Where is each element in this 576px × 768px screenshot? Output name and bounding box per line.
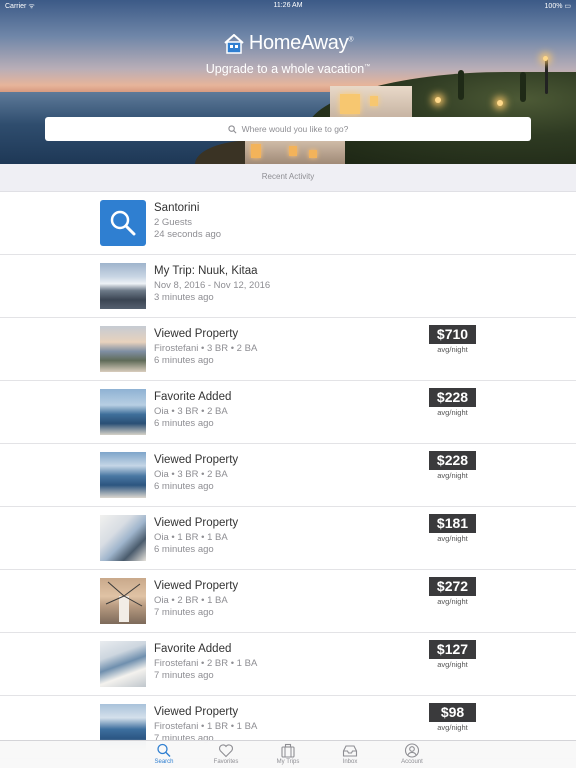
activity-subtitle: Firostefani • 1 BR • 1 BA	[154, 721, 258, 732]
activity-title: Favorite Added	[154, 643, 232, 655]
caldera-view-photo	[100, 389, 146, 435]
price-unit: avg/night	[437, 345, 468, 354]
tab-favorites[interactable]: Favorites	[202, 741, 250, 768]
house-logo-icon	[224, 33, 244, 54]
tab-bar: Search Favorites My Trips Inbox Account	[0, 740, 576, 768]
activity-time: 6 minutes ago	[154, 544, 214, 555]
activity-subtitle: Nov 8, 2016 - Nov 12, 2016	[154, 280, 271, 291]
activity-row[interactable]: Viewed Property Oia • 2 BR • 1 BA 7 minu…	[0, 570, 576, 633]
activity-title: Viewed Property	[154, 517, 239, 529]
activity-subtitle: Firostefani • 2 BR • 1 BA	[154, 658, 258, 669]
search-placeholder: Where would you like to go?	[241, 124, 349, 134]
price-badge: $272 avg/night	[429, 577, 476, 606]
tab-label: Inbox	[342, 759, 358, 765]
price-value: $710	[429, 325, 476, 344]
activity-time: 3 minutes ago	[154, 292, 214, 303]
activity-title: Viewed Property	[154, 454, 239, 466]
tab-inbox[interactable]: Inbox	[326, 741, 374, 768]
price-unit: avg/night	[437, 534, 468, 543]
account-icon	[404, 743, 420, 758]
recent-activity-header: Recent Activity	[0, 164, 576, 192]
activity-title: Viewed Property	[154, 580, 239, 592]
logo-text: HomeAway®	[248, 32, 354, 54]
activity-row[interactable]: Viewed Property Oia • 1 BR • 1 BA 6 minu…	[0, 507, 576, 570]
recent-activity-list: Santorini 2 Guests 24 seconds ago My Tri…	[0, 192, 576, 759]
hero-light	[497, 100, 503, 106]
clock: 11:26 AM	[273, 2, 303, 9]
tab-label: My Trips	[276, 759, 300, 765]
hero-light	[543, 56, 548, 61]
hero-banner: Carrier ᯤ 11:26 AM 100% ▭ HomeAway® Upgr…	[0, 0, 576, 164]
cliff-village-photo	[100, 641, 146, 687]
price-value: $228	[429, 451, 476, 470]
activity-time: 6 minutes ago	[154, 418, 214, 429]
tab-label: Search	[154, 759, 174, 765]
price-value: $98	[429, 703, 476, 722]
tab-search[interactable]: Search	[140, 741, 188, 768]
price-unit: avg/night	[437, 723, 468, 732]
activity-row[interactable]: Favorite Added Firostefani • 2 BR • 1 BA…	[0, 633, 576, 696]
price-badge: $98 avg/night	[429, 703, 476, 732]
activity-title: Santorini	[154, 202, 200, 214]
activity-time: 6 minutes ago	[154, 481, 214, 492]
tagline: Upgrade to a whole vacation™	[205, 62, 371, 76]
activity-time: 7 minutes ago	[154, 670, 214, 681]
search-icon	[100, 200, 146, 246]
tab-account[interactable]: Account	[388, 741, 436, 768]
activity-title: My Trip: Nuuk, Kitaa	[154, 265, 258, 277]
activity-title: Favorite Added	[154, 391, 232, 403]
caldera-view-photo	[100, 452, 146, 498]
activity-subtitle: 2 Guests	[154, 217, 193, 228]
price-badge: $228 avg/night	[429, 388, 476, 417]
price-badge: $710 avg/night	[429, 325, 476, 354]
activity-subtitle: Oia • 3 BR • 2 BA	[154, 406, 228, 417]
price-value: $272	[429, 577, 476, 596]
sunset-terrace-photo	[100, 326, 146, 372]
price-unit: avg/night	[437, 471, 468, 480]
price-value: $181	[429, 514, 476, 533]
inbox-icon	[342, 745, 358, 757]
hero-light	[435, 97, 441, 103]
activity-time: 24 seconds ago	[154, 229, 222, 240]
activity-row[interactable]: Favorite Added Oia • 3 BR • 2 BA 6 minut…	[0, 381, 576, 444]
tab-label: Favorites	[213, 759, 239, 765]
homeaway-logo: HomeAway®	[0, 32, 576, 55]
destination-search-bar[interactable]: Where would you like to go?	[45, 117, 531, 141]
activity-row[interactable]: My Trip: Nuuk, Kitaa Nov 8, 2016 - Nov 1…	[0, 255, 576, 318]
activity-row[interactable]: Viewed Property Firostefani • 3 BR • 2 B…	[0, 318, 576, 381]
price-badge: $127 avg/night	[429, 640, 476, 669]
activity-subtitle: Oia • 1 BR • 1 BA	[154, 532, 228, 543]
price-badge: $228 avg/night	[429, 451, 476, 480]
hero-tree	[520, 72, 526, 102]
price-unit: avg/night	[437, 408, 468, 417]
tab-my-trips[interactable]: My Trips	[264, 741, 312, 768]
activity-subtitle: Firostefani • 3 BR • 2 BA	[154, 343, 258, 354]
activity-subtitle: Oia • 3 BR • 2 BA	[154, 469, 228, 480]
activity-row[interactable]: Santorini 2 Guests 24 seconds ago	[0, 192, 576, 255]
windmill-photo	[100, 578, 146, 624]
status-bar: Carrier ᯤ 11:26 AM 100% ▭	[0, 2, 576, 12]
activity-title: Viewed Property	[154, 328, 239, 340]
activity-row[interactable]: Viewed Property Oia • 3 BR • 2 BA 6 minu…	[0, 444, 576, 507]
price-unit: avg/night	[437, 660, 468, 669]
heart-icon	[219, 744, 233, 758]
price-value: $127	[429, 640, 476, 659]
activity-subtitle: Oia • 2 BR • 1 BA	[154, 595, 228, 606]
activity-title: Viewed Property	[154, 706, 239, 718]
app-screen: Carrier ᯤ 11:26 AM 100% ▭ HomeAway® Upgr…	[0, 0, 576, 768]
search-icon	[157, 743, 171, 757]
battery-indicator: 100% ▭	[544, 3, 571, 10]
price-badge: $181 avg/night	[429, 514, 476, 543]
white-villa-photo	[100, 515, 146, 561]
activity-time: 6 minutes ago	[154, 355, 214, 366]
search-icon	[227, 124, 237, 133]
snowy-mountain-photo	[100, 263, 146, 309]
suitcase-icon	[281, 743, 295, 758]
tab-label: Account	[401, 759, 423, 765]
price-unit: avg/night	[437, 597, 468, 606]
price-value: $228	[429, 388, 476, 407]
activity-time: 7 minutes ago	[154, 607, 214, 618]
